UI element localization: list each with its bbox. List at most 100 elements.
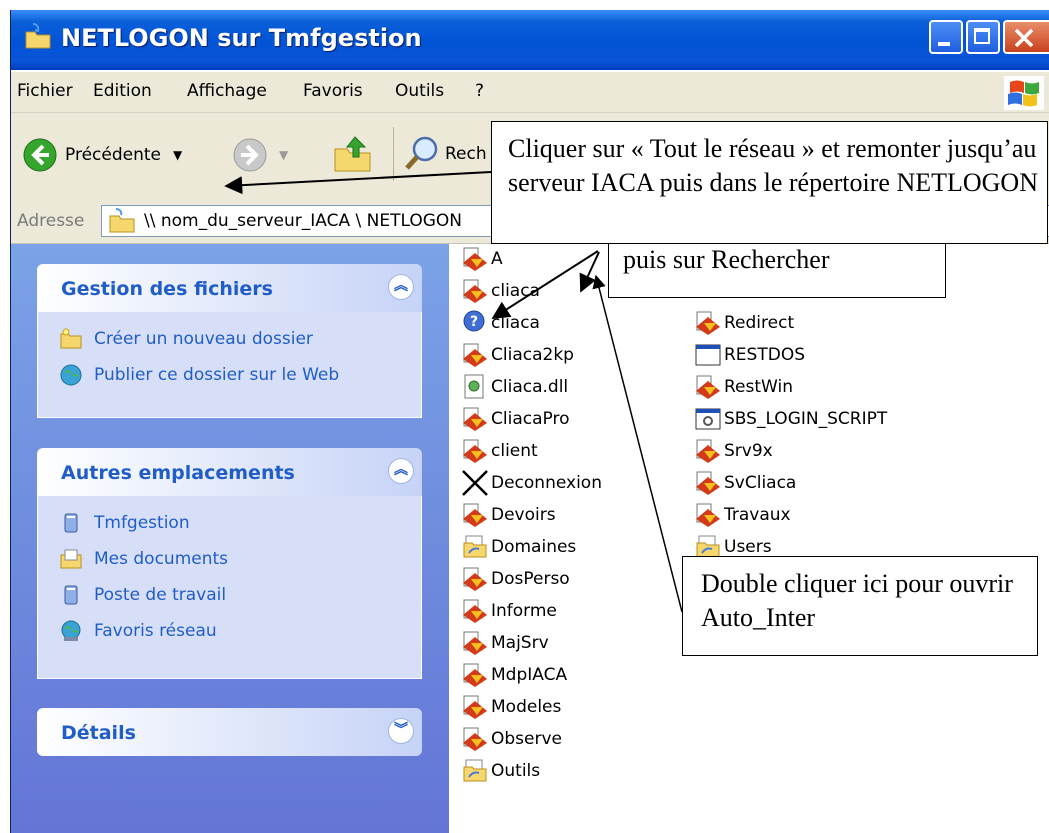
windows-flag-icon (1008, 80, 1039, 107)
script-icon (461, 661, 489, 689)
window-icon (694, 341, 722, 369)
place-workstation[interactable]: Poste de travail (60, 584, 226, 606)
script-icon (461, 693, 489, 721)
script-icon (461, 405, 489, 433)
dll-icon (461, 373, 489, 401)
file-item[interactable]: RestWin (694, 372, 793, 402)
forward-arrow-icon (233, 138, 267, 172)
file-name: Domaines (491, 537, 577, 557)
expand-chevron-icon[interactable]: ︾ (388, 718, 414, 744)
file-item[interactable]: client (461, 436, 538, 466)
place-label: Mes documents (94, 549, 229, 569)
file-name: Users (724, 537, 772, 557)
back-button[interactable]: Précédente ▼ (23, 138, 182, 172)
task-publish-web[interactable]: Publier ce dossier sur le Web (60, 364, 339, 386)
address-label: Adresse (17, 211, 85, 231)
script-icon (461, 341, 489, 369)
panel-header[interactable]: Gestion des fichiers ︽ (37, 264, 422, 312)
file-name: client (491, 441, 538, 461)
file-item[interactable]: Redirect (694, 308, 794, 338)
file-item[interactable]: Cliaca2kp (461, 340, 574, 370)
file-item[interactable]: DosPerso (461, 564, 570, 594)
file-item[interactable]: Cliaca.dll (461, 372, 568, 402)
file-item[interactable]: Observe (461, 724, 562, 754)
panel-header[interactable]: Autres emplacements ︽ (37, 448, 422, 496)
menu-edition[interactable]: Edition (93, 81, 152, 101)
menu-outils[interactable]: Outils (395, 81, 444, 101)
file-item[interactable]: Domaines (461, 532, 576, 562)
menu-affichage[interactable]: Affichage (187, 81, 267, 101)
back-dropdown-icon[interactable]: ▼ (173, 148, 182, 162)
help-icon: ? (461, 309, 489, 337)
task-new-folder[interactable]: Créer un nouveau dossier (60, 328, 313, 350)
script-icon (694, 373, 722, 401)
panel-body: Tmfgestion Mes documents Poste de travai… (37, 496, 422, 679)
file-item[interactable]: SBS_LOGIN_SCRIPT (694, 404, 887, 434)
file-item[interactable]: Outils (461, 756, 540, 786)
file-name: Deconnexion (491, 473, 602, 493)
file-name: RestWin (724, 377, 793, 397)
file-item[interactable]: CliacaPro (461, 404, 569, 434)
file-name: RESTDOS (724, 345, 805, 365)
file-item[interactable]: Srv9x (694, 436, 773, 466)
toolbar-separator (393, 127, 394, 181)
file-name: CliacaPro (491, 409, 570, 429)
minimize-icon (938, 42, 950, 46)
panel-body: Créer un nouveau dossier Publier ce doss… (37, 312, 422, 418)
up-folder-button[interactable] (333, 133, 373, 175)
file-item[interactable]: Informe (461, 596, 557, 626)
panel-title: Détails (61, 722, 136, 744)
search-icon (405, 136, 438, 170)
workstation-icon (64, 585, 78, 605)
script-icon (461, 597, 489, 625)
file-item[interactable]: Deconnexion (461, 468, 602, 498)
menu-help[interactable]: ? (475, 81, 484, 101)
batch-icon (694, 405, 722, 433)
place-my-documents[interactable]: Mes documents (60, 548, 228, 570)
search-button[interactable]: Rech (403, 135, 487, 173)
shortcut-x-icon (461, 469, 489, 497)
file-name: DosPerso (491, 569, 570, 589)
menu-fichier[interactable]: Fichier (17, 81, 73, 101)
script-icon (461, 437, 489, 465)
file-name: Redirect (724, 313, 795, 333)
file-item[interactable]: Travaux (694, 500, 791, 530)
maximize-button[interactable] (966, 20, 1000, 54)
file-item[interactable]: RESTDOS (694, 340, 805, 370)
shared-folder-icon (461, 533, 489, 561)
collapse-chevron-icon[interactable]: ︽ (388, 458, 414, 484)
file-item[interactable]: ? cliaca (461, 308, 540, 338)
script-icon (694, 309, 722, 337)
callout-network: Cliquer sur « Tout le réseau » et remont… (491, 121, 1048, 244)
my-documents-icon (60, 549, 82, 569)
svg-text:?: ? (470, 314, 478, 330)
panel-title: Autres emplacements (61, 462, 295, 484)
forward-dropdown-icon[interactable]: ▼ (279, 148, 288, 162)
file-name: SvCliaca (724, 473, 797, 493)
place-label: Tmfgestion (94, 513, 190, 533)
menu-favoris[interactable]: Favoris (303, 81, 363, 101)
maximize-icon (974, 28, 990, 44)
file-item[interactable]: cliaca (461, 276, 540, 306)
network-globe-icon (61, 620, 81, 641)
title-bar[interactable]: NETLOGON sur Tmfgestion (11, 10, 1049, 70)
window-title: NETLOGON sur Tmfgestion (61, 24, 422, 52)
callout-double-click: Double cliquer ici pour ouvrir Auto_Inte… (682, 556, 1038, 656)
file-item[interactable]: Modeles (461, 692, 561, 722)
file-item[interactable]: MajSrv (461, 628, 549, 658)
place-network-favorites[interactable]: Favoris réseau (60, 620, 217, 642)
file-item[interactable]: SvCliaca (694, 468, 796, 498)
file-item[interactable]: A (461, 244, 503, 274)
place-label: Favoris réseau (94, 621, 217, 641)
panel-header[interactable]: Détails ︾ (37, 708, 422, 756)
file-item[interactable]: Devoirs (461, 500, 556, 530)
place-tmfgestion[interactable]: Tmfgestion (60, 512, 190, 534)
file-name: Informe (491, 601, 557, 621)
collapse-chevron-icon[interactable]: ︽ (388, 274, 414, 300)
forward-button[interactable]: ▼ (233, 138, 288, 172)
close-button[interactable] (1003, 20, 1049, 54)
minimize-button[interactable] (929, 20, 963, 54)
file-name: Srv9x (724, 441, 773, 461)
panel-other-places: Autres emplacements ︽ Tmfgestion Mes doc… (37, 448, 422, 679)
file-item[interactable]: MdpIACA (461, 660, 567, 690)
